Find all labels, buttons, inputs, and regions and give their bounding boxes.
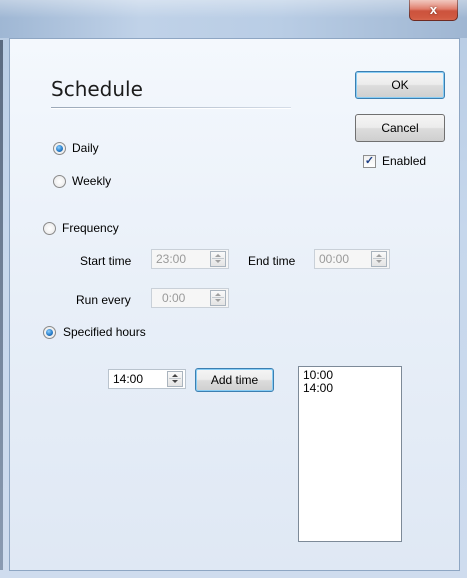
run-every-label: Run every: [76, 293, 131, 307]
daily-label: Daily: [72, 141, 99, 155]
spin-arrows-icon[interactable]: [210, 290, 226, 306]
page-title: Schedule: [51, 77, 143, 101]
check-icon: ✓: [364, 155, 375, 167]
spin-arrows-icon[interactable]: [210, 251, 226, 267]
weekly-radio[interactable]: [53, 175, 66, 188]
specified-hours-radio[interactable]: [43, 326, 56, 339]
start-time-value: 23:00: [156, 252, 187, 266]
add-time-button[interactable]: Add time: [195, 368, 274, 392]
close-button[interactable]: x: [409, 0, 458, 21]
start-time-stepper[interactable]: 23:00: [151, 249, 229, 269]
spin-arrows-icon[interactable]: [167, 371, 183, 387]
spin-arrows-icon[interactable]: [371, 251, 387, 267]
specified-time-value: 14:00: [113, 372, 144, 386]
specified-hours-label: Specified hours: [63, 325, 146, 339]
specified-time-stepper[interactable]: 14:00: [108, 369, 186, 389]
window-edge: [0, 40, 3, 570]
start-time-label: Start time: [80, 254, 132, 268]
title-divider: [51, 107, 291, 108]
window-frame: x Schedule OK Cancel ✓ Enabled Daily Wee…: [0, 0, 467, 578]
weekly-label: Weekly: [72, 174, 112, 188]
radio-selected-dot: [56, 145, 63, 152]
frequency-label: Frequency: [62, 221, 119, 235]
end-time-label: End time: [248, 254, 296, 268]
specified-times-list[interactable]: 10:00 14:00: [298, 366, 402, 542]
title-bar[interactable]: x: [0, 0, 467, 38]
ok-button[interactable]: OK: [355, 71, 445, 99]
run-every-stepper[interactable]: 0:00: [151, 288, 229, 308]
cancel-button[interactable]: Cancel: [355, 114, 445, 142]
close-icon: x: [429, 2, 438, 17]
frequency-radio[interactable]: [43, 222, 56, 235]
daily-radio[interactable]: [53, 142, 66, 155]
run-every-value: 0:00: [162, 291, 186, 305]
enabled-checkbox[interactable]: ✓: [363, 155, 376, 168]
dialog-client-area: Schedule OK Cancel ✓ Enabled Daily Weekl…: [9, 38, 460, 571]
enabled-label: Enabled: [382, 154, 427, 168]
radio-selected-dot: [46, 329, 53, 336]
list-item[interactable]: 14:00: [303, 382, 397, 395]
end-time-value: 00:00: [319, 252, 350, 266]
end-time-stepper[interactable]: 00:00: [314, 249, 390, 269]
